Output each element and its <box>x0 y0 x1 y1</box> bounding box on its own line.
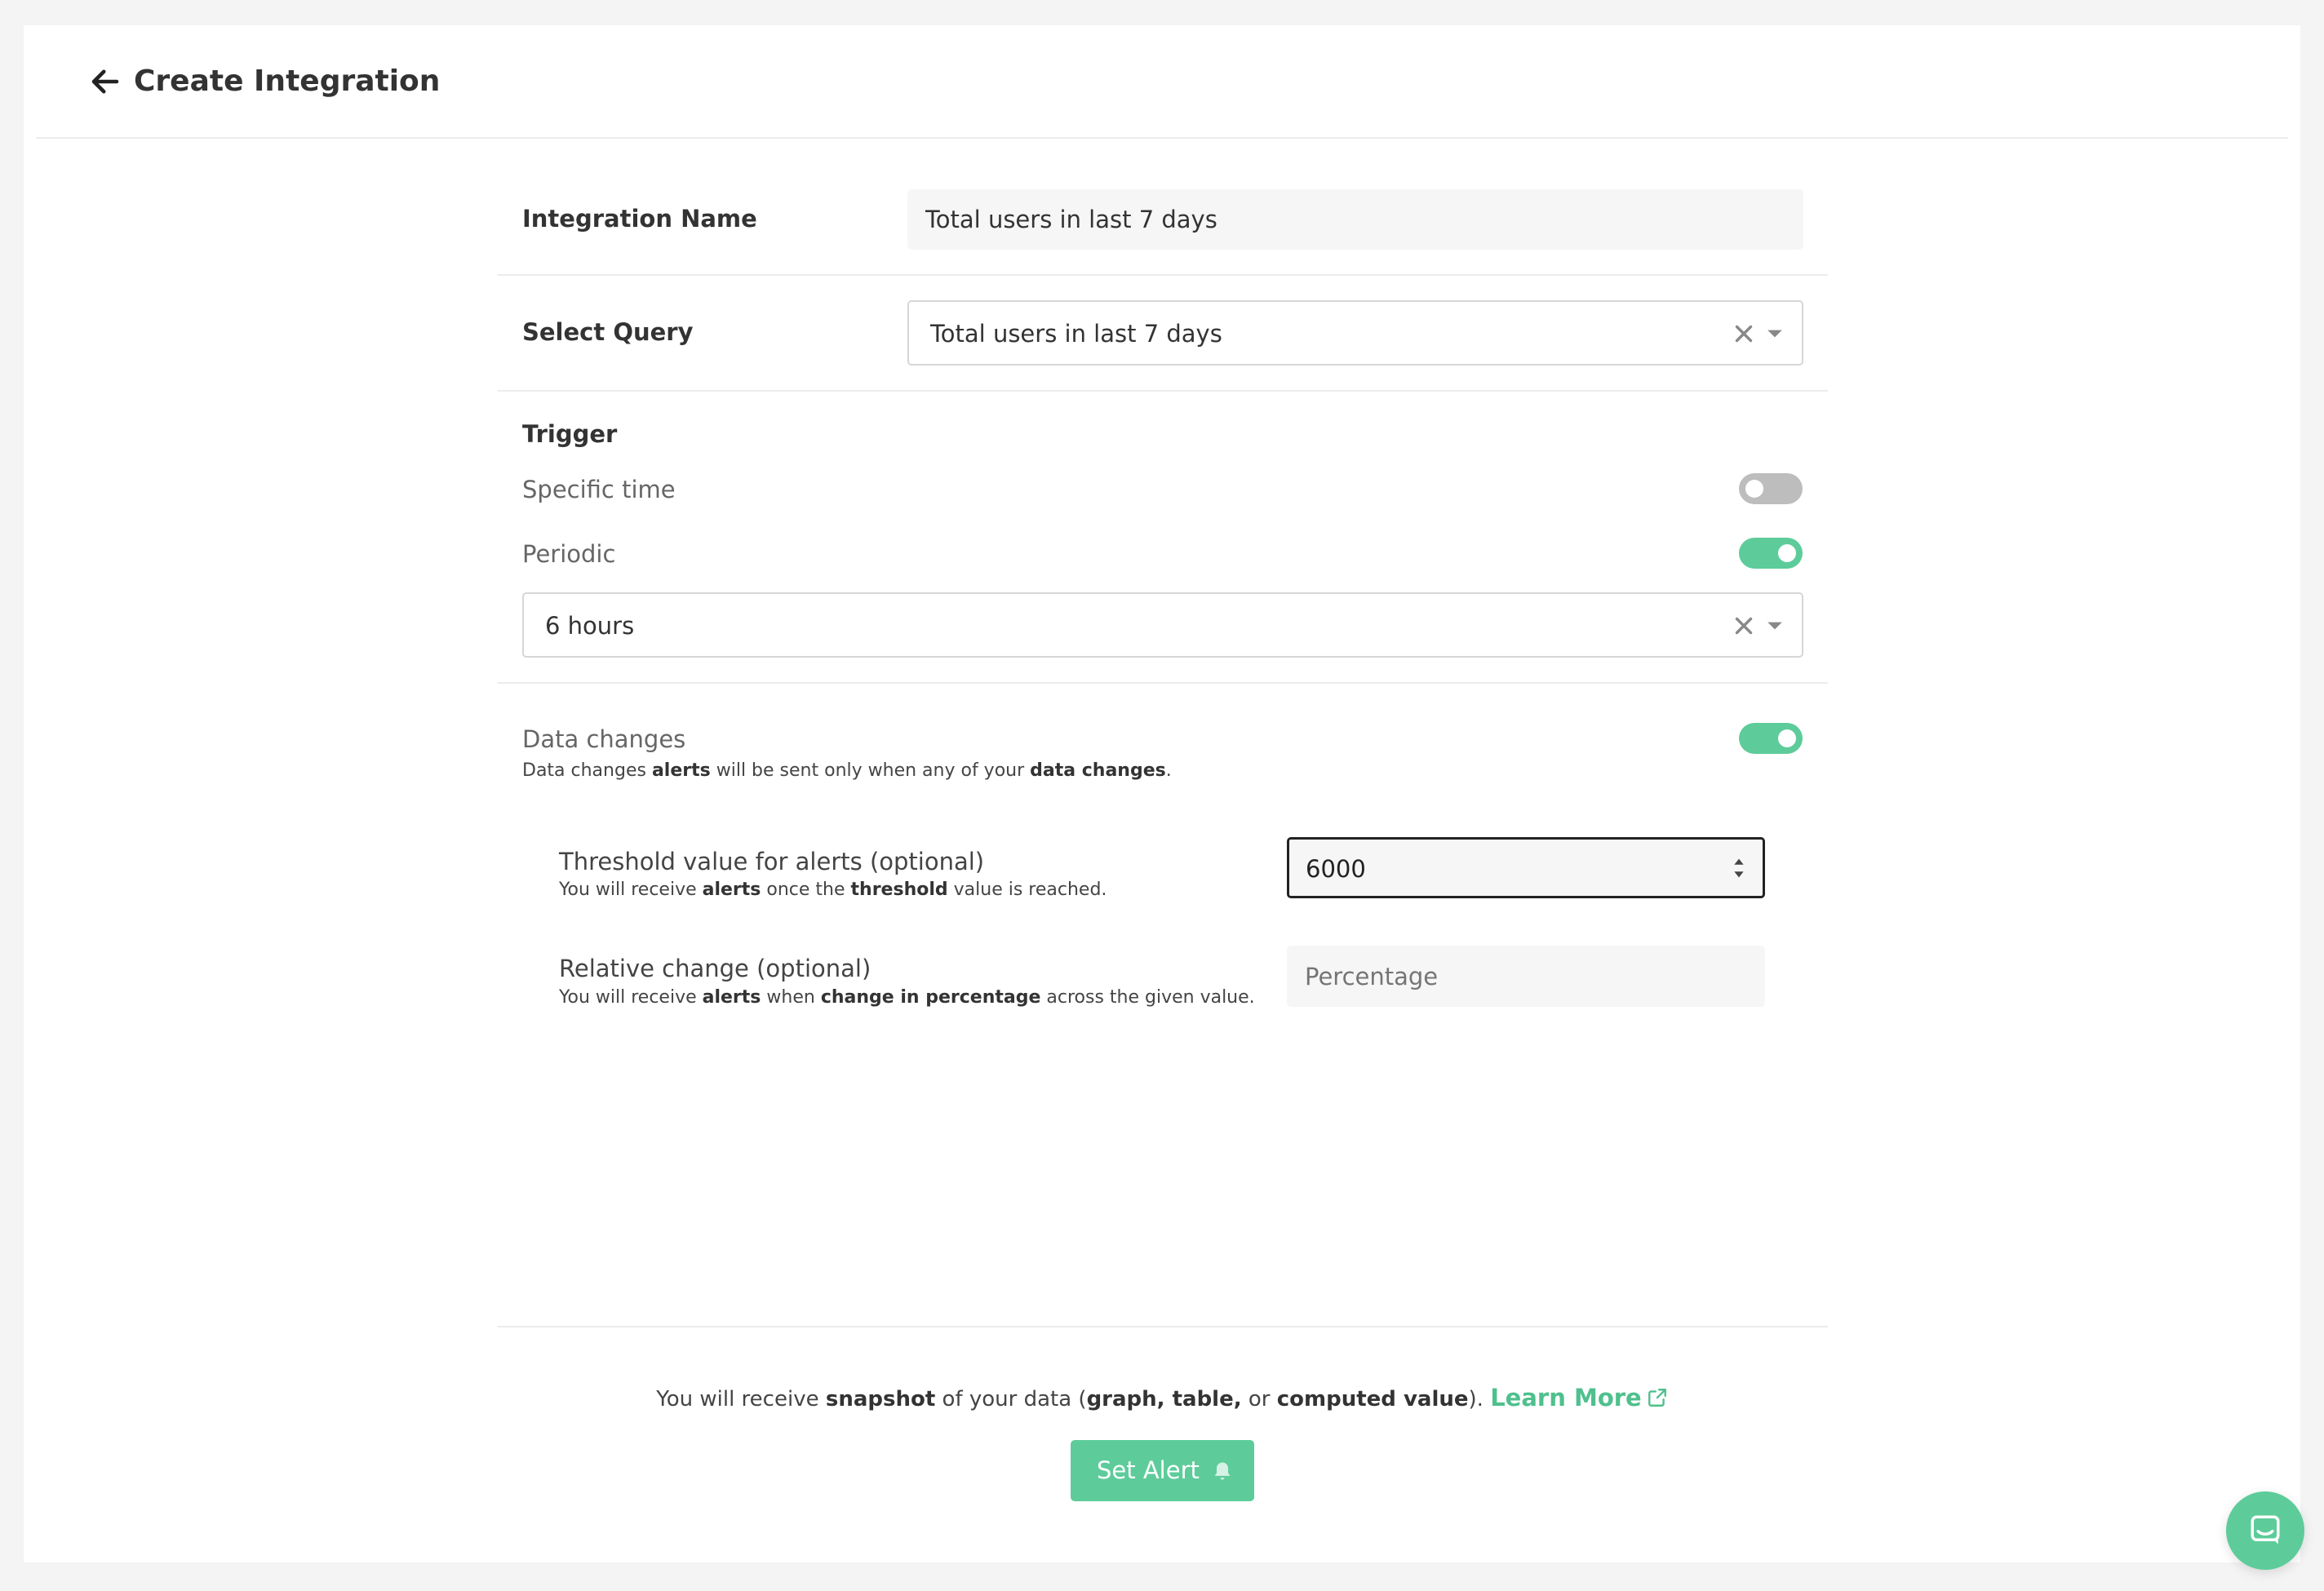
data-changes-label: Data changes <box>522 725 686 753</box>
integration-name-label: Integration Name <box>522 205 757 233</box>
threshold-input[interactable]: 6000 <box>1287 837 1765 898</box>
periodic-toggle[interactable] <box>1739 538 1803 569</box>
select-query-value: Total users in last 7 days <box>930 320 1222 348</box>
toggle-knob <box>1745 480 1763 498</box>
trigger-label: Trigger <box>522 420 618 448</box>
toggle-knob <box>1778 729 1796 747</box>
set-alert-button[interactable]: Set Alert <box>1071 1440 1254 1501</box>
page-header: Create Integration <box>36 25 2288 139</box>
threshold-value: 6000 <box>1306 855 1366 883</box>
main-card: Create Integration Integration Name Sele… <box>24 25 2300 1562</box>
specific-time-toggle[interactable] <box>1739 473 1803 504</box>
divider <box>498 1326 1828 1327</box>
interval-value: 6 hours <box>545 612 635 640</box>
toggle-knob <box>1778 544 1796 562</box>
integration-name-input[interactable] <box>907 189 1803 250</box>
snapshot-note: You will receive snapshot of your data (… <box>24 1381 2300 1416</box>
page-title: Create Integration <box>134 64 441 98</box>
chat-launcher-button[interactable] <box>2226 1491 2304 1570</box>
caret-down-icon[interactable] <box>1766 618 1784 633</box>
relative-change-label: Relative change (optional) <box>559 955 872 982</box>
set-alert-label: Set Alert <box>1097 1456 1200 1484</box>
close-icon[interactable] <box>1730 320 1758 348</box>
external-link-icon[interactable] <box>1647 1387 1668 1408</box>
divider <box>498 274 1828 276</box>
caret-down-icon[interactable] <box>1766 326 1784 341</box>
relative-change-input[interactable] <box>1287 946 1765 1007</box>
select-query-dropdown[interactable]: Total users in last 7 days <box>907 300 1803 366</box>
specific-time-label: Specific time <box>522 476 676 503</box>
chat-icon <box>2251 1515 2280 1544</box>
spinner-icon[interactable] <box>1732 854 1746 882</box>
threshold-label: Threshold value for alerts (optional) <box>559 848 985 875</box>
divider <box>498 682 1828 684</box>
periodic-label: Periodic <box>522 540 616 568</box>
relative-change-help: You will receive alerts when change in p… <box>559 987 1255 1008</box>
interval-dropdown[interactable]: 6 hours <box>522 592 1803 658</box>
data-changes-toggle[interactable] <box>1739 723 1803 754</box>
arrow-left-icon[interactable] <box>88 64 122 99</box>
select-query-label: Select Query <box>522 318 694 346</box>
bell-icon <box>1214 1462 1231 1480</box>
divider <box>498 390 1828 392</box>
threshold-help: You will receive alerts once the thresho… <box>559 880 1107 900</box>
learn-more-link[interactable]: Learn More <box>1490 1384 1642 1412</box>
data-changes-help: Data changes alerts will be sent only wh… <box>522 760 1172 781</box>
close-icon[interactable] <box>1730 612 1758 640</box>
